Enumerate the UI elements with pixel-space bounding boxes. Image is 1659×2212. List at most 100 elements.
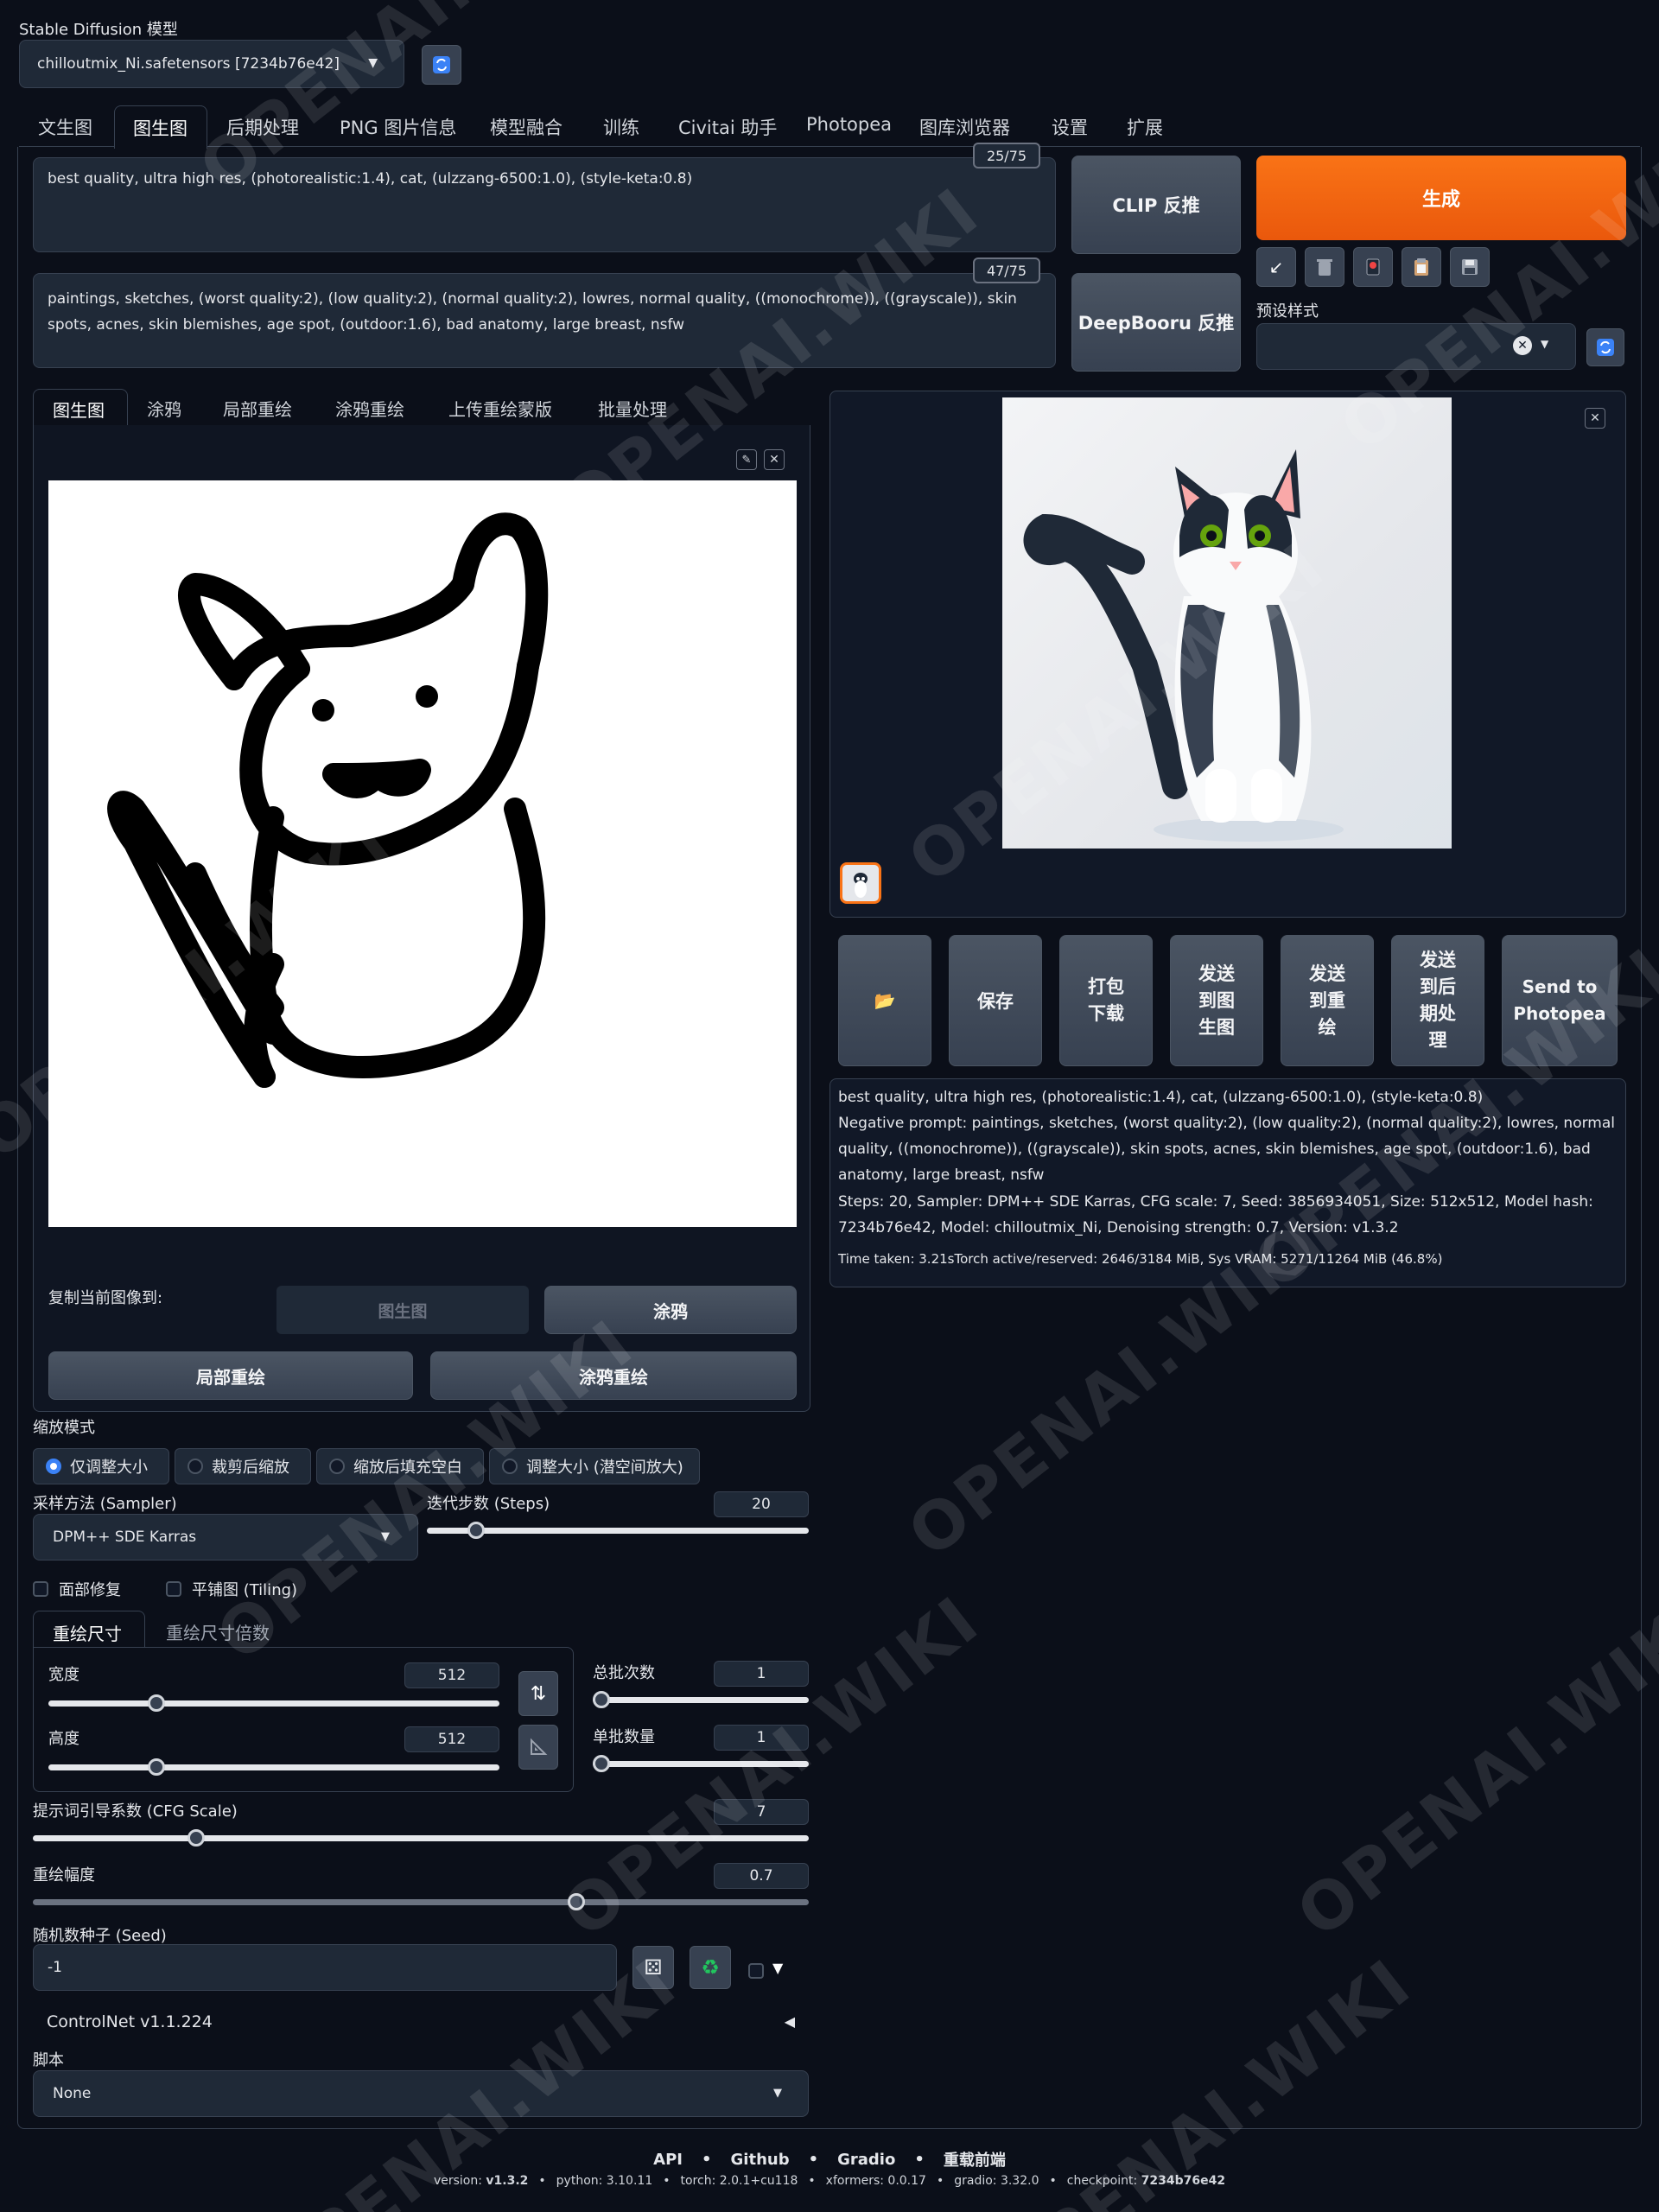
model-select[interactable]: chilloutmix_Ni.safetensors [7234b76e42] … (19, 40, 404, 88)
tab-img2img[interactable]: 图生图 (114, 105, 207, 149)
cat-sketch-image (107, 512, 549, 1088)
close-preview-button[interactable]: ✕ (1585, 408, 1605, 429)
tab-txt2img[interactable]: 文生图 (38, 114, 92, 140)
denoise-input[interactable]: 0.7 (714, 1863, 809, 1889)
edit-image-button[interactable]: ✎ (736, 449, 757, 470)
script-select[interactable]: None ▼ (33, 2070, 809, 2117)
slider-thumb[interactable] (593, 1691, 610, 1708)
copy-to-img2img-button[interactable]: 图生图 (276, 1286, 529, 1334)
styles-dropdown[interactable]: ✕ ▼ (1256, 323, 1576, 370)
negative-prompt-textarea[interactable]: paintings, sketches, (worst quality:2), … (33, 273, 1056, 368)
reuse-seed-button[interactable]: ♻ (690, 1946, 731, 1989)
send-to-img2img-button[interactable]: 发送 到图 生图 (1170, 935, 1263, 1066)
footer-link-api[interactable]: API (653, 2151, 683, 2169)
denoise-slider[interactable] (33, 1893, 809, 1910)
output-image[interactable] (1002, 397, 1452, 849)
img-tab-img2img[interactable]: 图生图 (33, 389, 128, 427)
sampler-value: DPM++ SDE Karras (53, 1529, 197, 1546)
checkbox-box (748, 1963, 764, 1979)
init-image[interactable] (48, 480, 797, 1227)
swap-dimensions-button[interactable]: ⇅ (518, 1671, 558, 1716)
restore-faces-checkbox[interactable]: 面部修复 (33, 1578, 121, 1600)
tab-png-info[interactable]: PNG 图片信息 (340, 114, 456, 140)
deepbooru-interrogate-button[interactable]: DeepBooru 反推 (1071, 273, 1241, 372)
cat-photo-image (1023, 449, 1344, 842)
tab-merge[interactable]: 模型融合 (490, 114, 563, 140)
copy-to-sketch-button[interactable]: 涂鸦 (544, 1286, 797, 1334)
refresh-styles-button[interactable] (1586, 328, 1624, 366)
clear-prompt-button[interactable] (1305, 247, 1344, 287)
slider-thumb[interactable] (187, 1829, 205, 1847)
footer-link-gradio[interactable]: Gradio (837, 2151, 895, 2169)
copy-to-inpaint-button[interactable]: 局部重绘 (48, 1351, 413, 1400)
tab-settings[interactable]: 设置 (1052, 114, 1088, 140)
remove-image-button[interactable]: ✕ (764, 449, 785, 470)
send-to-photopea-button[interactable]: Send to Photopea (1502, 935, 1618, 1066)
footer-link-reload[interactable]: 重载前端 (944, 2148, 1006, 2171)
extra-seed-toggle[interactable]: ▼ (772, 1960, 783, 1976)
seed-input[interactable]: -1 (33, 1944, 617, 1991)
resize-option-label: 裁剪后缩放 (212, 1459, 289, 1477)
open-folder-button[interactable]: 📂 (838, 935, 931, 1066)
footer-link-github[interactable]: Github (731, 2151, 790, 2169)
img-tab-batch[interactable]: 批量处理 (598, 396, 667, 421)
batch-size-slider[interactable] (593, 1755, 809, 1772)
random-seed-button[interactable]: ⚄ (632, 1946, 674, 1989)
img-tab-inpaint[interactable]: 局部重绘 (223, 396, 292, 421)
tab-extensions[interactable]: 扩展 (1127, 114, 1163, 140)
negative-prompt-text: paintings, sketches, (worst quality:2), … (48, 290, 1017, 334)
tiling-checkbox[interactable]: 平铺图 (Tiling) (166, 1578, 297, 1600)
dice-icon: ⚄ (644, 1955, 663, 1980)
steps-slider[interactable] (427, 1522, 809, 1539)
resize-option-resize[interactable]: 仅调整大小 (33, 1448, 169, 1484)
height-slider[interactable] (48, 1758, 499, 1776)
tab-civitai[interactable]: Civitai 助手 (678, 114, 777, 140)
cfg-input[interactable]: 7 (714, 1799, 809, 1825)
height-input[interactable]: 512 (404, 1726, 499, 1752)
resize-option-fill[interactable]: 缩放后填充空白 (316, 1448, 484, 1484)
copy-to-inpaint-sketch-button[interactable]: 涂鸦重绘 (430, 1351, 797, 1400)
send-to-inpaint-button[interactable]: 发送 到重 绘 (1281, 935, 1374, 1066)
prompt-textarea[interactable]: best quality, ultra high res, (photoreal… (33, 157, 1056, 252)
batch-count-label: 总批次数 (593, 1664, 655, 1682)
generate-button[interactable]: 生成 (1256, 156, 1626, 240)
tab-extras[interactable]: 后期处理 (226, 114, 299, 140)
zip-download-button[interactable]: 打包 下载 (1059, 935, 1153, 1066)
resize-option-latent[interactable]: 调整大小 (潜空间放大) (489, 1448, 700, 1484)
slider-thumb[interactable] (593, 1755, 610, 1772)
height-label: 高度 (48, 1730, 79, 1748)
tab-train[interactable]: 训练 (603, 114, 639, 140)
save-button[interactable]: 保存 (949, 935, 1042, 1066)
slider-thumb[interactable] (567, 1893, 585, 1910)
batch-count-input[interactable]: 1 (714, 1661, 809, 1687)
extra-seed-checkbox[interactable] (748, 1963, 764, 1979)
width-slider[interactable] (48, 1694, 499, 1712)
apply-style-button[interactable] (1402, 247, 1441, 287)
size-tab-resize[interactable]: 重绘尺寸 (33, 1611, 145, 1649)
size-tab-scale[interactable]: 重绘尺寸倍数 (166, 1619, 270, 1644)
refresh-models-button[interactable] (422, 45, 461, 85)
clip-interrogate-button[interactable]: CLIP 反推 (1071, 156, 1241, 254)
send-to-extras-button[interactable]: 发送 到后 期处 理 (1391, 935, 1484, 1066)
resize-option-label: 缩放后填充空白 (353, 1459, 462, 1477)
batch-count-slider[interactable] (593, 1691, 809, 1708)
steps-input[interactable]: 20 (714, 1491, 809, 1517)
extra-networks-button[interactable] (1353, 247, 1393, 287)
read-params-button[interactable]: ↙ (1256, 247, 1296, 287)
checkbox-label: 平铺图 (Tiling) (192, 1581, 298, 1599)
tab-gallery[interactable]: 图库浏览器 (919, 114, 1010, 140)
save-style-button[interactable] (1450, 247, 1490, 287)
resize-option-crop[interactable]: 裁剪后缩放 (175, 1448, 311, 1484)
width-input[interactable]: 512 (404, 1662, 499, 1688)
img-tab-sketch[interactable]: 涂鸦 (147, 396, 181, 421)
cfg-slider[interactable] (33, 1829, 809, 1847)
img-tab-inpaint-sketch[interactable]: 涂鸦重绘 (335, 396, 404, 421)
controlnet-accordion[interactable]: ControlNet v1.1.224 ◀ (33, 2001, 809, 2043)
sampler-select[interactable]: DPM++ SDE Karras ▼ (33, 1514, 418, 1560)
tab-photopea[interactable]: Photopea (806, 114, 892, 135)
auto-size-button[interactable] (518, 1725, 558, 1770)
output-thumbnail[interactable] (840, 862, 881, 904)
batch-size-input[interactable]: 1 (714, 1725, 809, 1751)
clear-icon[interactable]: ✕ (1513, 336, 1532, 355)
img-tab-inpaint-upload[interactable]: 上传重绘蒙版 (448, 396, 552, 421)
